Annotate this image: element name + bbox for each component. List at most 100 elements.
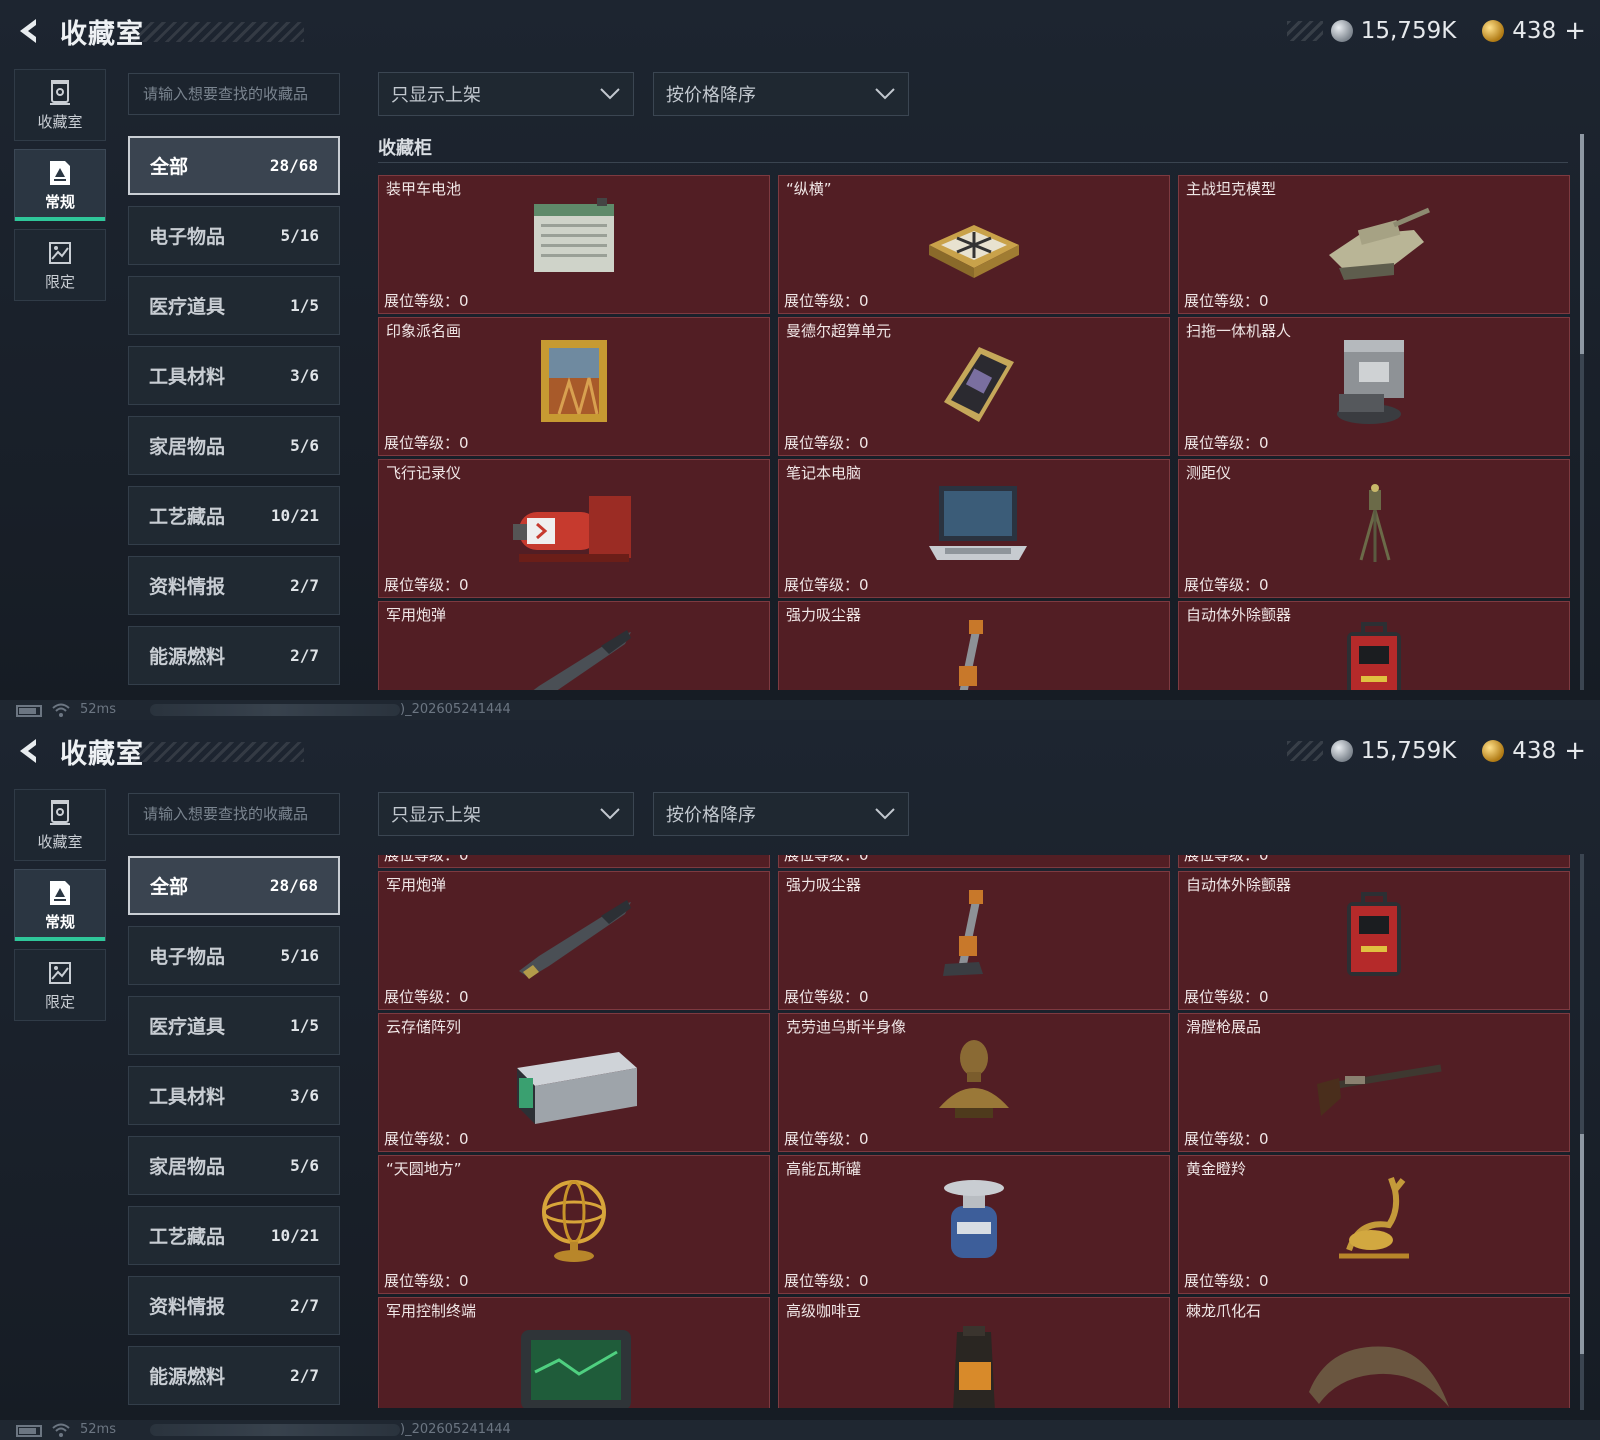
collectible-card[interactable]: 云存储阵列 展位等级：0 — [378, 1013, 770, 1152]
grid-scrollbar[interactable] — [1580, 134, 1584, 690]
back-arrow-icon[interactable] — [14, 16, 44, 46]
currency-decoration — [1286, 741, 1323, 761]
category-item[interactable]: 家居物品 5/6 — [128, 416, 340, 475]
category-item[interactable]: 全部 28/68 — [128, 856, 340, 915]
collectible-card[interactable]: 军用炮弹展位等级：0 — [378, 871, 770, 1010]
battery-icon — [16, 1425, 42, 1437]
item-name: 军用炮弹 — [386, 876, 447, 894]
collectible-card[interactable]: 自动体外除颤器展位等级：0 — [1178, 601, 1570, 690]
defibrillator-art — [1347, 622, 1401, 690]
collectible-card[interactable]: 扫拖一体机器人 展位等级：0 — [1178, 317, 1570, 456]
category-item[interactable]: 医疗道具 1/5 — [128, 276, 340, 335]
category-label: 资料情报 — [149, 1296, 226, 1318]
grid-scrollbar[interactable] — [1580, 854, 1584, 1410]
category-count: 5/16 — [280, 226, 319, 245]
chevron-down-icon — [600, 808, 620, 820]
sort-value: 按价格降序 — [666, 805, 756, 826]
collectible-card[interactable]: 主战坦克模型 展位等级：0 — [1178, 175, 1570, 314]
listing-filter-dropdown[interactable]: 只显示上架 — [378, 792, 634, 836]
category-item[interactable]: 资料情报 2/7 — [128, 556, 340, 615]
add-currency-button[interactable]: + — [1564, 16, 1586, 46]
vacuum-art — [959, 620, 983, 690]
collectible-card[interactable]: 笔记本电脑展位等级：0 — [778, 459, 1170, 598]
rail-tab-collection-room[interactable]: 收藏室 — [14, 789, 106, 861]
display-level: 展位等级：0 — [384, 292, 469, 310]
category-item[interactable]: 电子物品 5/16 — [128, 926, 340, 985]
rail-tab-limited[interactable]: 限定 — [14, 229, 106, 301]
category-item[interactable]: 资料情报 2/7 — [128, 1276, 340, 1335]
item-name: 克劳迪乌斯半身像 — [786, 1018, 907, 1036]
listing-filter-dropdown[interactable]: 只显示上架 — [378, 72, 634, 116]
listing-filter-value: 只显示上架 — [391, 85, 481, 106]
item-name: 棘龙爪化石 — [1186, 1302, 1262, 1320]
add-currency-button[interactable]: + — [1564, 736, 1586, 766]
category-count: 3/6 — [290, 1086, 319, 1105]
cabinet-grid[interactable]: 装甲车电池展位等级：0“纵横”展位等级：0主战坦克模型展位等级：0印象派名画展位… — [378, 855, 1570, 1408]
collectible-card[interactable]: 高级咖啡豆展位等级：0 — [778, 1297, 1170, 1408]
category-item[interactable]: 工具材料 3/6 — [128, 346, 340, 405]
item-name: 自动体外除颤器 — [1186, 606, 1292, 624]
search-input[interactable] — [128, 793, 340, 835]
item-name: 曼德尔超算单元 — [786, 322, 892, 340]
rail-tab-regular[interactable]: 常规 — [14, 149, 106, 221]
category-count: 5/6 — [290, 436, 319, 455]
collectible-card[interactable]: 滑膛枪展品 展位等级：0 — [1178, 1013, 1570, 1152]
search-input[interactable] — [128, 73, 340, 115]
category-label: 资料情报 — [149, 576, 226, 598]
collectible-card[interactable]: 曼德尔超算单元 展位等级：0 — [778, 317, 1170, 456]
gas-tank-art — [944, 1180, 1004, 1258]
back-arrow-icon[interactable] — [14, 736, 44, 766]
sort-dropdown[interactable]: 按价格降序 — [653, 792, 909, 836]
rail-tab-collection-room[interactable]: 收藏室 — [14, 69, 106, 141]
category-count: 3/6 — [290, 366, 319, 385]
limited-image-icon — [49, 241, 71, 264]
collectible-card[interactable]: 印象派名画 展位等级：0 — [378, 317, 770, 456]
listing-filter-value: 只显示上架 — [391, 805, 481, 826]
collectible-card[interactable]: 强力吸尘器展位等级：0 — [778, 601, 1170, 690]
category-item[interactable]: 全部 28/68 — [128, 136, 340, 195]
collectible-card[interactable]: 黄金瞪羚 展位等级：0 — [1178, 1155, 1570, 1294]
rangefinder-art — [1359, 484, 1391, 562]
category-item[interactable]: 医疗道具 1/5 — [128, 996, 340, 1055]
collectible-card[interactable]: 高能瓦斯罐 展位等级：0 — [778, 1155, 1170, 1294]
category-item[interactable]: 工具材料 3/6 — [128, 1066, 340, 1125]
coffee-art — [953, 1326, 995, 1408]
grid-scroll-thumb[interactable] — [1580, 134, 1584, 354]
category-item[interactable]: 能源燃料 2/7 — [128, 1346, 340, 1405]
display-level: 展位等级：0 — [1184, 1130, 1269, 1148]
rail-tab-limited[interactable]: 限定 — [14, 949, 106, 1021]
category-label: 医疗道具 — [149, 1016, 226, 1038]
terminal-art — [521, 1330, 631, 1408]
category-item[interactable]: 电子物品 5/16 — [128, 206, 340, 265]
grid-scroll-thumb[interactable] — [1580, 1134, 1584, 1354]
collectible-card[interactable]: 笔记本电脑展位等级：0 — [778, 855, 1170, 868]
collectible-card[interactable]: 强力吸尘器展位等级：0 — [778, 871, 1170, 1010]
gold-amount: 438 — [1512, 18, 1557, 44]
category-item[interactable]: 工艺藏品 10/21 — [128, 486, 340, 545]
sort-dropdown[interactable]: 按价格降序 — [653, 72, 909, 116]
collection-room-icon — [50, 799, 70, 825]
collectible-card[interactable]: 军用控制终端展位等级：0 — [378, 1297, 770, 1408]
collectible-card[interactable]: 飞行记录仪展位等级：0 — [378, 855, 770, 868]
collectible-card[interactable]: 装甲车电池 展位等级：0 — [378, 175, 770, 314]
category-item[interactable]: 家居物品 5/6 — [128, 1136, 340, 1195]
cabinet-grid[interactable]: 装甲车电池展位等级：0“纵横”展位等级：0主战坦克模型展位等级：0 印象派名画展位… — [378, 175, 1570, 690]
collectible-card[interactable]: “纵横” 展位等级：0 — [778, 175, 1170, 314]
build-text: )_202605241444 — [400, 1422, 511, 1437]
chevron-down-icon — [875, 88, 895, 100]
category-item[interactable]: 工艺藏品 10/21 — [128, 1206, 340, 1265]
category-count: 28/68 — [269, 876, 318, 895]
collectible-card[interactable]: 测距仪展位等级：0 — [1178, 855, 1570, 868]
collectible-card[interactable]: “天圆地方” 展位等级：0 — [378, 1155, 770, 1294]
claw-fossil-art — [1309, 1346, 1449, 1407]
collectible-card[interactable]: 军用炮弹展位等级：0 — [378, 601, 770, 690]
collectible-card[interactable]: 飞行记录仪展位等级：0 — [378, 459, 770, 598]
rail-tab-regular[interactable]: 常规 — [14, 869, 106, 941]
collectible-card[interactable]: 测距仪展位等级：0 — [1178, 459, 1570, 598]
collectible-card[interactable]: 克劳迪乌斯半身像 展位等级：0 — [778, 1013, 1170, 1152]
rail-label: 限定 — [44, 992, 75, 1011]
ping-text: 52ms — [80, 702, 116, 717]
collectible-card[interactable]: 自动体外除颤器展位等级：0 — [1178, 871, 1570, 1010]
collectible-card[interactable]: 棘龙爪化石展位等级：0 — [1178, 1297, 1570, 1408]
category-item[interactable]: 能源燃料 2/7 — [128, 626, 340, 685]
